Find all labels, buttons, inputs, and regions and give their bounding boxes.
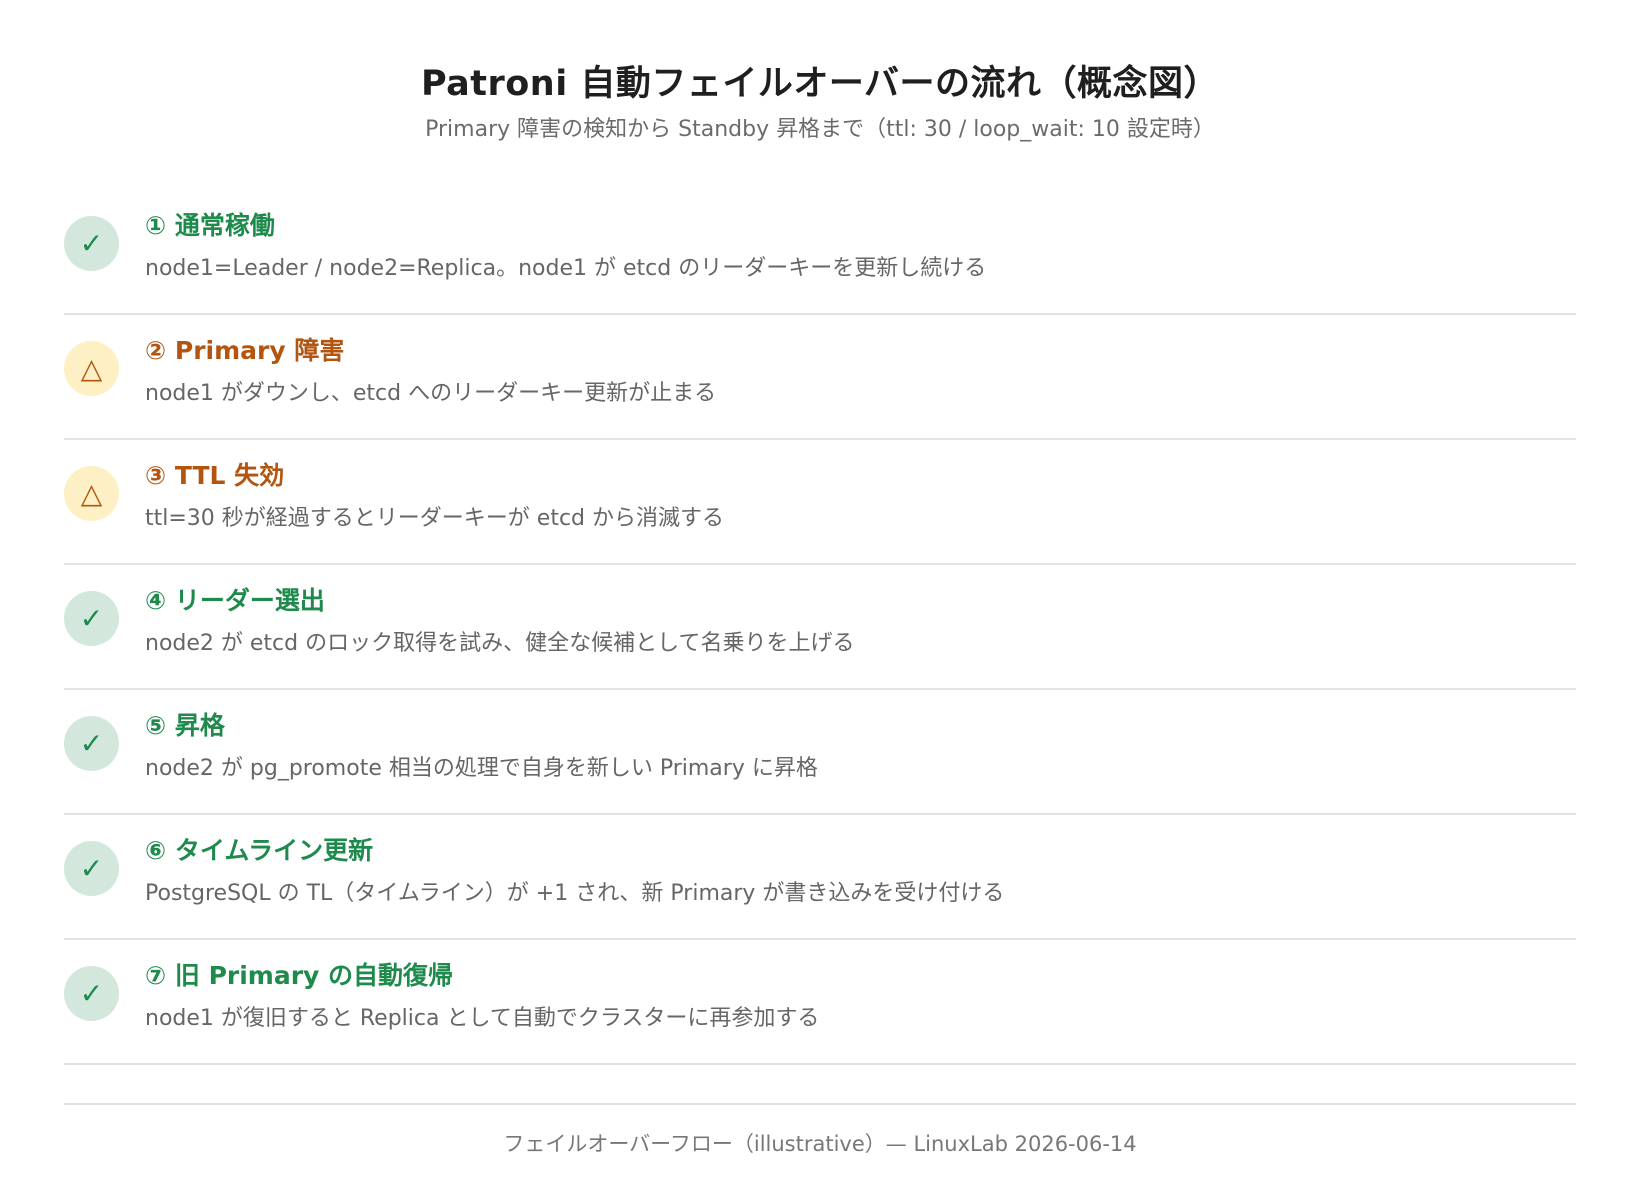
step-title: ④ リーダー選出 — [145, 586, 325, 615]
diagram-page: Patroni 自動フェイルオーバーの流れ（概念図） Primary 障害の検知… — [0, 0, 1640, 1192]
step-row: △ ③ TTL 失効 ttl=30 秒が経過するとリーダーキーが etcd から消滅… — [64, 440, 1576, 565]
step-row: △ ② Primary 障害 node1 がダウンし、etcd へのリーダーキー更新… — [64, 315, 1576, 440]
check-icon: ✓ — [64, 591, 119, 646]
warning-triangle-icon: △ — [64, 466, 119, 521]
step-title: ③ TTL 失効 — [145, 461, 285, 490]
step-title: ⑥ タイムライン更新 — [145, 836, 374, 865]
step-description: PostgreSQL の TL（タイムライン）が +1 され、新 Primary… — [145, 881, 1005, 906]
check-icon: ✓ — [64, 966, 119, 1021]
step-description: node2 が pg_promote 相当の処理で自身を新しい Primary … — [145, 756, 818, 781]
step-title: ⑦ 旧 Primary の自動復帰 — [145, 961, 454, 990]
step-row: ✓ ⑤ 昇格 node2 が pg_promote 相当の処理で自身を新しい Pri… — [64, 690, 1576, 815]
step-title: ⑤ 昇格 — [145, 711, 225, 740]
step-row: ✓ ⑦ 旧 Primary の自動復帰 node1 が復旧すると Replica と… — [64, 940, 1576, 1065]
step-description: node1 が復旧すると Replica として自動でクラスターに再参加する — [145, 1006, 820, 1031]
page-title: Patroni 自動フェイルオーバーの流れ（概念図） — [420, 64, 1220, 104]
step-row: ✓ ④ リーダー選出 node2 が etcd のロック取得を試み、健全な候補として… — [64, 565, 1576, 690]
step-row: ✓ ① 通常稼働 node1=Leader / node2=Replica。node… — [64, 190, 1576, 315]
failover-step-list: ✓ ① 通常稼働 node1=Leader / node2=Replica。node… — [64, 190, 1576, 1065]
page-subtitle: Primary 障害の検知から Standby 昇格まで（ttl: 30 / l… — [425, 117, 1215, 142]
check-icon: ✓ — [64, 841, 119, 896]
step-title: ① 通常稼働 — [145, 211, 275, 240]
footer-divider — [64, 1103, 1576, 1105]
step-row: ✓ ⑥ タイムライン更新 PostgreSQL の TL（タイムライン）が +1 さ… — [64, 815, 1576, 940]
footer-caption: フェイルオーバーフロー（illustrative）— LinuxLab 2026… — [503, 1132, 1137, 1156]
step-title: ② Primary 障害 — [145, 336, 345, 365]
step-description: node2 が etcd のロック取得を試み、健全な候補として名乗りを上げる — [145, 631, 855, 656]
step-description: node1=Leader / node2=Replica。node1 が etc… — [145, 256, 987, 281]
step-description: node1 がダウンし、etcd へのリーダーキー更新が止まる — [145, 381, 717, 406]
warning-triangle-icon: △ — [64, 341, 119, 396]
step-description: ttl=30 秒が経過するとリーダーキーが etcd から消滅する — [145, 506, 724, 531]
check-icon: ✓ — [64, 216, 119, 271]
check-icon: ✓ — [64, 716, 119, 771]
